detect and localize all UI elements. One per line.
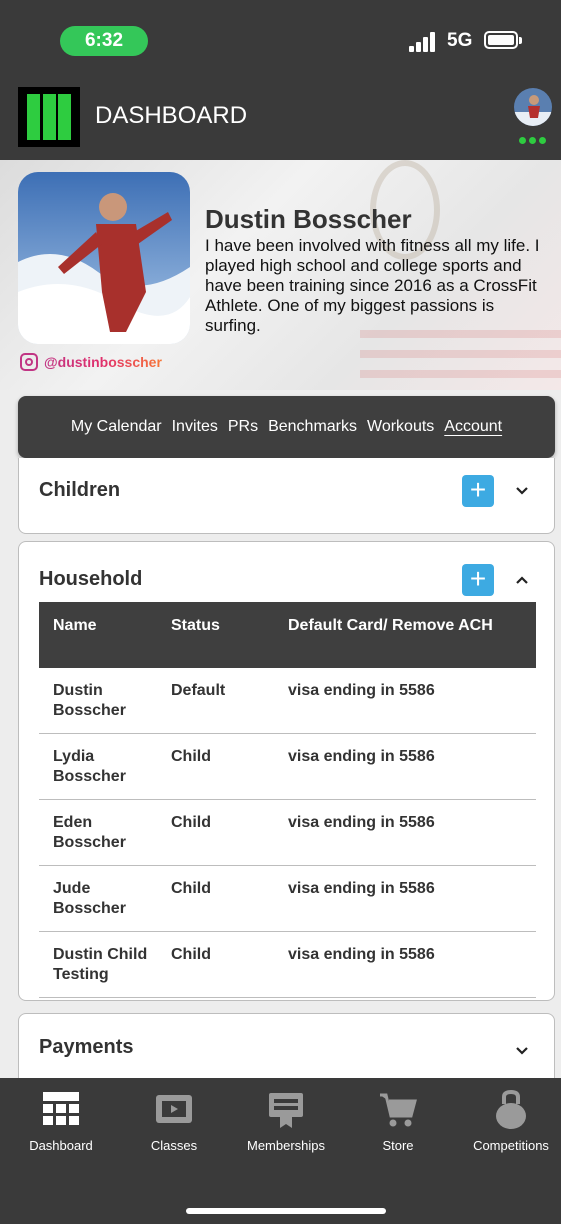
- membership-card-icon: [266, 1090, 306, 1130]
- member-name: Eden Bosscher: [53, 814, 126, 851]
- page-title: DASHBOARD: [95, 102, 248, 129]
- chevron-down-icon[interactable]: [515, 484, 529, 498]
- household-table: Name Status Default Card/ Remove ACH Dus…: [39, 602, 536, 998]
- tab-store[interactable]: Store: [348, 1090, 448, 1153]
- signal-icon: [409, 30, 439, 52]
- tab-workouts[interactable]: Workouts: [362, 418, 439, 436]
- member-name: Lydia Bosscher: [53, 748, 126, 785]
- account-content[interactable]: Children + Household + Name Status Defau…: [0, 458, 561, 1078]
- member-status: Child: [171, 748, 211, 765]
- member-status: Child: [171, 880, 211, 897]
- children-title: Children: [39, 479, 121, 501]
- member-name: Jude Bosscher: [53, 880, 126, 917]
- column-header-status: Status: [171, 617, 220, 634]
- profile-nav: My Calendar Invites PRs Benchmarks Worko…: [18, 396, 555, 458]
- column-header-card: Default Card/ Remove ACH: [288, 617, 493, 634]
- tab-prs[interactable]: PRs: [223, 418, 263, 436]
- cart-icon: [378, 1090, 418, 1130]
- instagram-icon: [20, 353, 38, 371]
- tab-account[interactable]: Account: [439, 418, 507, 436]
- tab-label: Memberships: [246, 1138, 326, 1153]
- member-card[interactable]: visa ending in 5586: [288, 945, 528, 965]
- add-household-member-button[interactable]: +: [462, 564, 494, 596]
- tab-my-calendar[interactable]: My Calendar: [66, 418, 167, 436]
- tab-classes[interactable]: Classes: [124, 1090, 224, 1153]
- avatar[interactable]: [514, 88, 552, 126]
- tab-label: Competitions: [473, 1138, 549, 1153]
- member-card[interactable]: visa ending in 5586: [288, 747, 528, 767]
- bottom-tab-bar: Dashboard Classes Memberships Store Comp…: [0, 1078, 561, 1224]
- profile-bio: I have been involved with fitness all my…: [205, 236, 540, 335]
- add-child-button[interactable]: +: [462, 475, 494, 507]
- network-type: 5G: [447, 30, 473, 51]
- children-card: Children +: [18, 458, 555, 534]
- grid-icon: [41, 1090, 81, 1130]
- member-card[interactable]: visa ending in 5586: [288, 879, 528, 899]
- column-header-name: Name: [53, 617, 97, 634]
- household-title: Household: [39, 568, 143, 590]
- table-row[interactable]: Lydia Bosscher Child visa ending in 5586: [39, 734, 536, 800]
- instagram-handle: @dustinbosscher: [44, 354, 162, 370]
- tab-memberships[interactable]: Memberships: [236, 1090, 336, 1153]
- instagram-link[interactable]: @dustinbosscher: [20, 353, 162, 371]
- member-card[interactable]: visa ending in 5586: [288, 813, 528, 833]
- status-bar: 6:32 5G: [0, 0, 561, 70]
- tab-invites[interactable]: Invites: [167, 418, 223, 436]
- chevron-down-icon[interactable]: [515, 1044, 529, 1058]
- profile-name: Dustin Bosscher: [205, 204, 412, 234]
- table-row[interactable]: Eden Bosscher Child visa ending in 5586: [39, 800, 536, 866]
- app-header: DASHBOARD: [0, 70, 561, 160]
- tab-label: Classes: [150, 1138, 198, 1153]
- member-name: Dustin Child Testing: [53, 946, 148, 983]
- household-card: Household + Name Status Default Card/ Re…: [18, 541, 555, 1001]
- member-status: Child: [171, 814, 211, 831]
- profile-hero: @dustinbosscher Dustin Bosscher I have b…: [0, 160, 561, 390]
- tab-label: Dashboard: [29, 1138, 93, 1153]
- tab-label: Store: [382, 1138, 414, 1153]
- kettlebell-icon: [491, 1090, 531, 1130]
- member-status: Default: [171, 682, 226, 699]
- status-time: 6:32: [60, 26, 148, 56]
- profile-photo: [18, 172, 190, 344]
- payments-title: Payments: [39, 1036, 134, 1058]
- chevron-up-icon[interactable]: [515, 573, 529, 587]
- member-status: Child: [171, 946, 211, 963]
- member-card[interactable]: visa ending in 5586: [288, 681, 528, 701]
- payments-card: Payments: [18, 1013, 555, 1078]
- table-row[interactable]: Jude Bosscher Child visa ending in 5586: [39, 866, 536, 932]
- more-options-icon[interactable]: [519, 137, 546, 144]
- tab-dashboard[interactable]: Dashboard: [11, 1090, 111, 1153]
- table-header: Name Status Default Card/ Remove ACH: [39, 602, 536, 668]
- battery-icon: [484, 31, 522, 49]
- tab-competitions[interactable]: Competitions: [461, 1090, 561, 1153]
- member-name: Dustin Bosscher: [53, 682, 126, 719]
- home-indicator[interactable]: [186, 1208, 386, 1214]
- app-logo[interactable]: [18, 87, 80, 147]
- table-row[interactable]: Dustin Child Testing Child visa ending i…: [39, 932, 536, 998]
- video-icon: [154, 1090, 194, 1130]
- tab-benchmarks[interactable]: Benchmarks: [263, 418, 362, 436]
- table-row[interactable]: Dustin Bosscher Default visa ending in 5…: [39, 668, 536, 734]
